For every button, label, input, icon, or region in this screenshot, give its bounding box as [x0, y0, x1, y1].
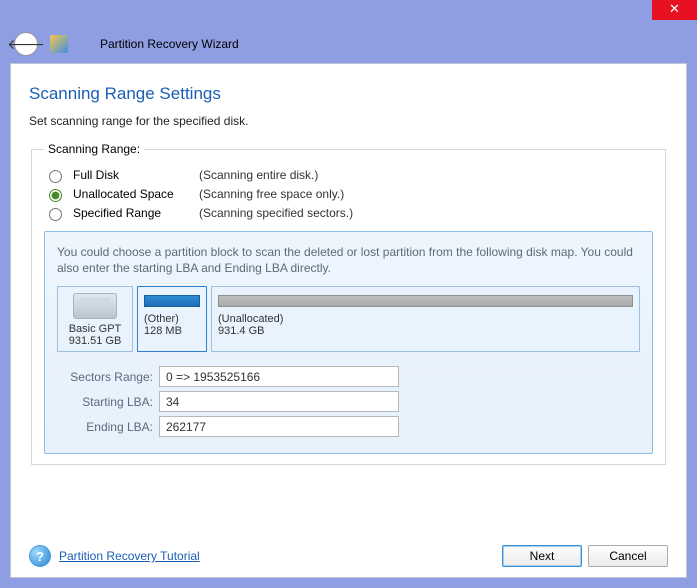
partition-bar-empty: [218, 295, 633, 307]
radio-specified-label: Specified Range: [73, 206, 191, 220]
help-icon[interactable]: ?: [29, 545, 51, 567]
radio-full-disk-hint: (Scanning entire disk.): [199, 168, 318, 182]
partition-unalloc-label: (Unallocated): [218, 313, 633, 325]
app-icon: [50, 35, 68, 53]
detail-text: You could choose a partition block to sc…: [57, 244, 640, 276]
ending-lba-label: Ending LBA:: [57, 420, 153, 434]
radio-unallocated-input[interactable]: [49, 189, 62, 202]
tutorial-link[interactable]: Partition Recovery Tutorial: [59, 549, 200, 563]
partition-bar-filled: [144, 295, 200, 307]
sectors-range-label: Sectors Range:: [57, 370, 153, 384]
back-button[interactable]: 🡐: [14, 32, 38, 56]
disk-icon: [73, 293, 117, 319]
disk-name: Basic GPT: [64, 323, 126, 335]
sectors-range-input[interactable]: [159, 366, 399, 387]
partition-block-other[interactable]: (Other) 128 MB: [137, 286, 207, 352]
partition-other-label: (Other): [144, 313, 200, 325]
starting-lba-label: Starting LBA:: [57, 395, 153, 409]
radio-specified-hint: (Scanning specified sectors.): [199, 206, 353, 220]
next-button[interactable]: Next: [502, 545, 582, 567]
radio-unallocated-hint: (Scanning free space only.): [199, 187, 344, 201]
window-title: Partition Recovery Wizard: [100, 37, 239, 51]
radio-full-disk-label: Full Disk: [73, 168, 191, 182]
disk-map: Basic GPT 931.51 GB (Other) 128 MB (Unal…: [57, 286, 640, 352]
page-description: Set scanning range for the specified dis…: [29, 114, 668, 128]
scanning-range-legend: Scanning Range:: [44, 142, 144, 156]
page-title: Scanning Range Settings: [29, 84, 668, 104]
radio-unallocated-label: Unallocated Space: [73, 187, 191, 201]
partition-other-size: 128 MB: [144, 325, 200, 337]
radio-full-disk[interactable]: Full Disk (Scanning entire disk.): [44, 167, 653, 183]
starting-lba-input[interactable]: [159, 391, 399, 412]
radio-specified-input[interactable]: [49, 208, 62, 221]
scanning-range-group: Scanning Range: Full Disk (Scanning enti…: [31, 142, 666, 465]
ending-lba-input[interactable]: [159, 416, 399, 437]
partition-block-unallocated[interactable]: (Unallocated) 931.4 GB: [211, 286, 640, 352]
radio-specified[interactable]: Specified Range (Scanning specified sect…: [44, 205, 653, 221]
disk-summary-block[interactable]: Basic GPT 931.51 GB: [57, 286, 133, 352]
cancel-button[interactable]: Cancel: [588, 545, 668, 567]
partition-unalloc-size: 931.4 GB: [218, 325, 633, 337]
detail-box: You could choose a partition block to sc…: [44, 231, 653, 454]
radio-full-disk-input[interactable]: [49, 170, 62, 183]
disk-size: 931.51 GB: [64, 335, 126, 347]
close-button[interactable]: ✕: [652, 0, 697, 20]
radio-unallocated[interactable]: Unallocated Space (Scanning free space o…: [44, 186, 653, 202]
